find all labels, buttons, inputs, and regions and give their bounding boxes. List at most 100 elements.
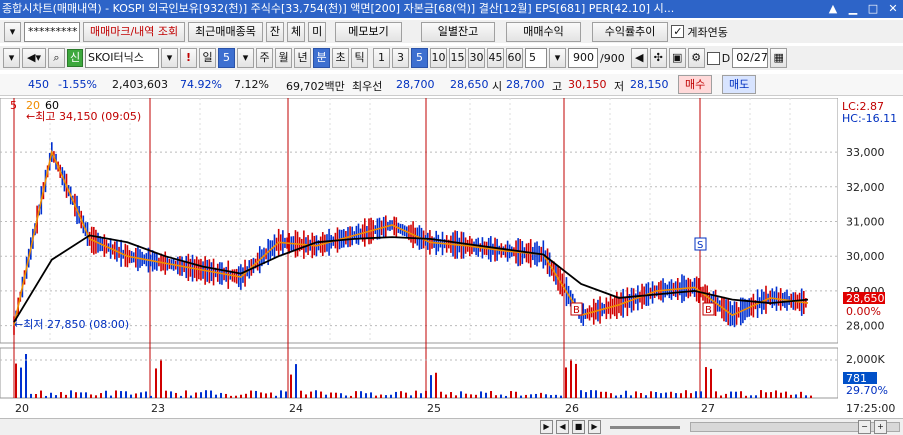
x-day-label: 24: [289, 402, 303, 415]
window-title: 종합시차트(매매내역) - KOSPI 외국인보유[932(천)] 주식수[33…: [2, 2, 675, 15]
chart-area[interactable]: 33,000 32,000 31,000 30,000 29,000 28,000 20 23…: [0, 97, 903, 435]
volume-bar: [510, 391, 512, 398]
volume-bar: [85, 392, 87, 398]
interval-30-button[interactable]: 30: [468, 48, 485, 68]
period-dropdown-icon[interactable]: ▾: [237, 48, 254, 68]
x-day-label: 20: [15, 402, 29, 415]
volume-bar: [415, 390, 417, 398]
stop-icon[interactable]: ■: [572, 420, 585, 434]
interval-60-button[interactable]: 60: [506, 48, 523, 68]
filled-button[interactable]: 체: [287, 21, 306, 42]
scroll-left-icon[interactable]: ◀: [630, 48, 648, 68]
y-tick-label: 33,000: [846, 146, 885, 159]
volume-bar: [745, 395, 747, 398]
bars-total: /900: [600, 51, 625, 65]
volume-bar: [215, 394, 217, 398]
x-day-label: 25: [427, 402, 441, 415]
volume-bar: [580, 390, 582, 398]
stock-name-field[interactable]: SKOI터닉스: [85, 48, 159, 68]
balance-button[interactable]: 잔: [265, 21, 285, 42]
date-checkbox[interactable]: [706, 51, 720, 65]
volume-bar: [575, 363, 577, 398]
memo-button[interactable]: 메모보기: [335, 21, 402, 42]
volume-bar: [170, 391, 172, 398]
calendar-icon[interactable]: ▦: [770, 48, 788, 68]
interval-3-button[interactable]: 3: [392, 48, 409, 68]
volume-bar: [60, 392, 62, 398]
volume-bar: [515, 391, 517, 398]
volume-bar: [200, 392, 202, 398]
interval-10-button[interactable]: 10: [430, 48, 447, 68]
count-input[interactable]: 5: [525, 48, 547, 68]
account-dropdown-icon[interactable]: ▾: [4, 21, 21, 42]
interval-5-button[interactable]: 5: [411, 48, 428, 68]
scroll-prev-icon[interactable]: ◀: [556, 420, 569, 434]
volume-bar: [270, 392, 272, 398]
pin-icon[interactable]: ▲: [823, 0, 843, 18]
volume-bar: [195, 392, 197, 398]
period-day-tab[interactable]: 일: [199, 48, 216, 68]
volume-bar: [110, 395, 112, 398]
stock-dropdown-icon[interactable]: ▾: [3, 48, 20, 68]
volume-bar: [540, 392, 542, 398]
zoom-out-icon[interactable]: −: [858, 420, 871, 434]
turnover-rate: 7.12%: [234, 78, 269, 91]
save-icon[interactable]: ▣: [668, 48, 686, 68]
bars-input[interactable]: 900: [568, 48, 598, 68]
zoom-in-icon[interactable]: +: [874, 420, 887, 434]
scroll-track[interactable]: [610, 426, 680, 429]
count-dropdown-icon[interactable]: ▾: [549, 48, 566, 68]
trade-profit-button[interactable]: 매매수익: [506, 21, 581, 42]
daily-balance-button[interactable]: 일별잔고: [420, 21, 496, 42]
account-link-checkbox[interactable]: ✓: [671, 25, 685, 38]
maximize-icon[interactable]: □: [863, 0, 883, 18]
volume-bar: [205, 390, 207, 398]
crosshair-icon[interactable]: ✣: [649, 48, 667, 68]
y-tick-label: 30,000: [846, 250, 885, 263]
volume-bar: [325, 394, 327, 398]
trade-mark-label: S: [697, 240, 703, 251]
alert-icon[interactable]: !: [180, 48, 197, 68]
period-tick-tab[interactable]: 틱: [351, 48, 368, 68]
period-number-field[interactable]: 5: [218, 48, 235, 68]
sell-button[interactable]: 매도: [722, 75, 757, 94]
date-input[interactable]: 02/27: [732, 48, 769, 68]
interval-15-button[interactable]: 15: [449, 48, 466, 68]
gear-icon[interactable]: ⚙: [687, 48, 705, 68]
scroll-first-icon[interactable]: ▶: [540, 420, 553, 434]
period-week-tab[interactable]: 주: [256, 48, 273, 68]
volume-bar: [655, 392, 657, 398]
interval-45-button[interactable]: 45: [487, 48, 504, 68]
volume-bar: [795, 394, 797, 398]
volume-bar: [565, 367, 567, 398]
interval-1-button[interactable]: 1: [373, 48, 390, 68]
close-icon[interactable]: ✕: [883, 0, 903, 18]
low-annotation: ←최저 27,850 (08:00): [14, 318, 129, 331]
period-second-tab[interactable]: 초: [332, 48, 349, 68]
speaker-icon[interactable]: ◀▾: [22, 48, 46, 68]
price-chart[interactable]: 33,00032,00031,00030,00029,00028,00020 23…: [0, 97, 903, 435]
account-code-input[interactable]: *********: [24, 21, 80, 42]
trade-mark-button[interactable]: 매매마크/내역 조회: [83, 21, 186, 42]
scroll-next-icon[interactable]: ▶: [588, 420, 601, 434]
search-icon[interactable]: ⌕: [48, 48, 65, 68]
period-year-tab[interactable]: 년: [294, 48, 311, 68]
chart-scrollbar[interactable]: ▶ ◀ ■ ▶ − +: [0, 418, 903, 435]
recent-trades-button[interactable]: 최근매매종목: [188, 21, 263, 42]
return-trend-button[interactable]: 수익률추이: [591, 21, 669, 42]
minimize-icon[interactable]: ▁: [843, 0, 863, 18]
volume-bar: [535, 393, 537, 398]
volume-bar: [485, 392, 487, 398]
stock-list-icon[interactable]: ▾: [161, 48, 178, 68]
x-day-label: 26: [565, 402, 579, 415]
buy-button[interactable]: 매수: [678, 75, 713, 94]
volume-bar: [355, 391, 357, 398]
volume-bar: [410, 395, 412, 398]
period-month-tab[interactable]: 월: [275, 48, 292, 68]
volume-bar: [520, 395, 522, 398]
period-minute-tab[interactable]: 분: [313, 48, 330, 68]
volume-bar: [305, 394, 307, 398]
volume-bar: [490, 391, 492, 398]
unfilled-button[interactable]: 미: [308, 21, 327, 42]
volume-bar: [725, 393, 727, 398]
